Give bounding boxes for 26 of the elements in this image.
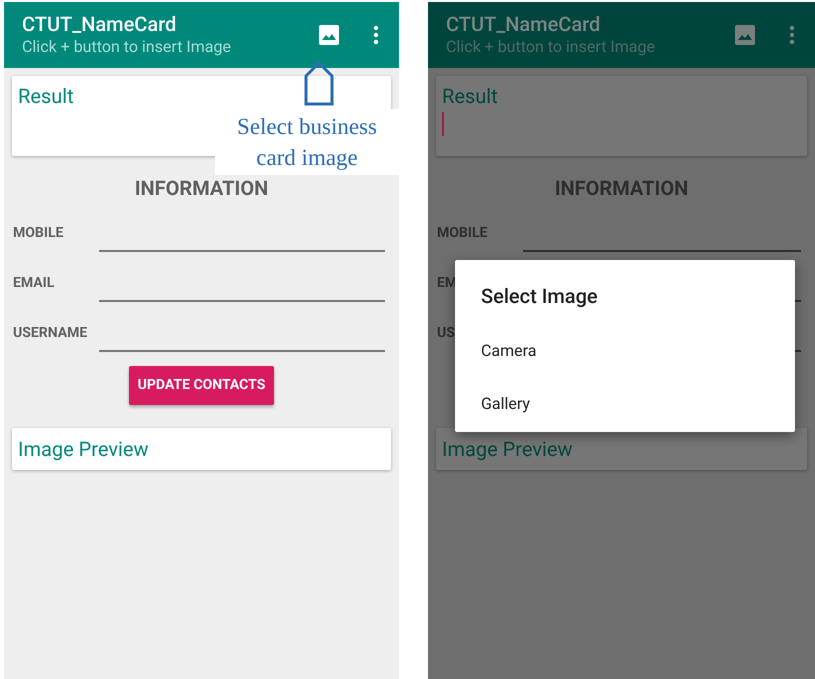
update-contacts-button[interactable]: UPDATE CONTACTS — [128, 366, 274, 405]
field-label: EMAIL — [13, 274, 56, 293]
app-title: CTUT_NameCard — [446, 12, 602, 36]
more-options-icon[interactable] — [373, 25, 379, 45]
app-subtitle: Click + button to insert Image — [22, 36, 232, 58]
section-title: INFORMATION — [134, 176, 268, 200]
image-icon[interactable] — [319, 25, 339, 45]
image-icon[interactable] — [735, 25, 755, 45]
callout-text: Select business card image — [236, 113, 378, 172]
result-label: Result — [442, 84, 498, 108]
dialog-option[interactable]: Camera — [455, 324, 795, 377]
field-label: US — [437, 324, 456, 343]
preview-label: Image Preview — [442, 437, 573, 461]
dialog-option[interactable]: Gallery — [455, 377, 795, 430]
app-subtitle: Click + button to insert Image — [446, 36, 656, 58]
up-arrow-icon — [303, 60, 335, 106]
preview-label: Image Preview — [18, 437, 149, 461]
section-title: INFORMATION — [554, 176, 688, 200]
field-label: USERNAME — [13, 324, 88, 343]
field-label: MOBILE — [13, 224, 64, 243]
more-options-icon[interactable] — [789, 25, 795, 45]
text-cursor — [442, 112, 444, 136]
dialog-title: Select Image — [480, 283, 599, 310]
result-label: Result — [18, 84, 74, 108]
field-label: MOBILE — [437, 224, 488, 243]
app-title: CTUT_NameCard — [22, 12, 178, 36]
